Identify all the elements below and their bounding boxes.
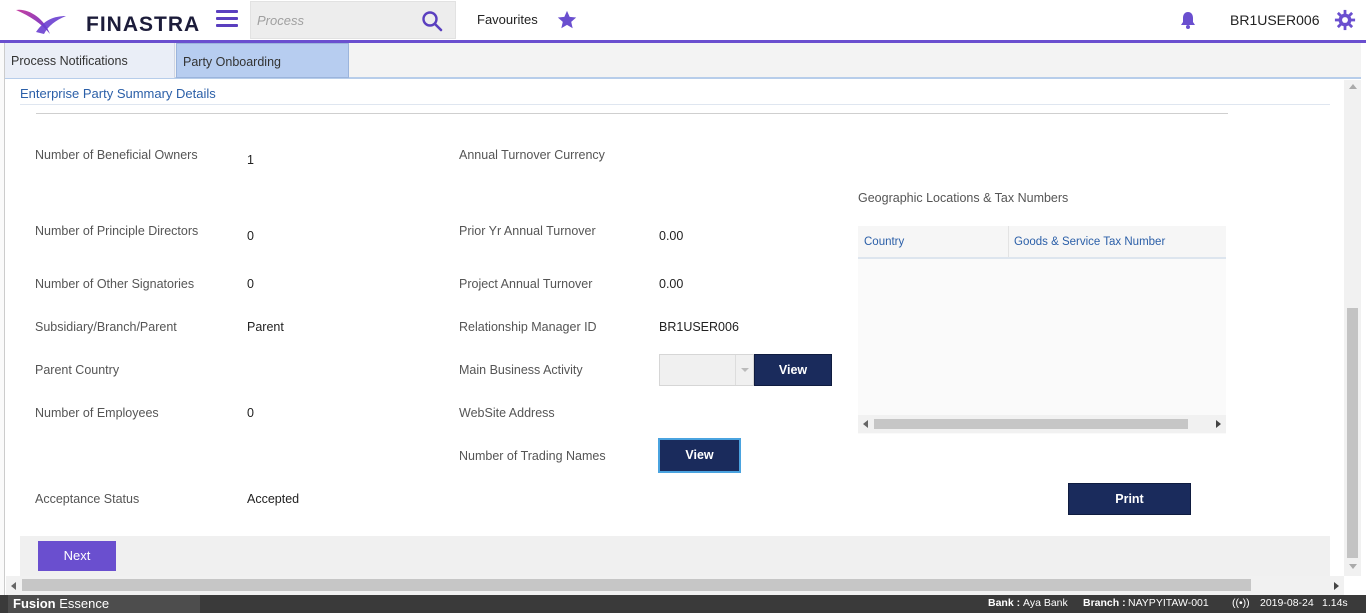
geo-col-country[interactable]: Country	[864, 236, 904, 248]
other-signatories-label: Number of Other Signatories	[35, 277, 195, 291]
vertical-scroll-thumb[interactable]	[1347, 308, 1358, 558]
tab-party-onboarding[interactable]: Party Onboarding	[176, 43, 349, 78]
vertical-scrollbar[interactable]	[1344, 80, 1361, 576]
prior-turnover-value: 0.00	[659, 229, 684, 243]
gear-icon[interactable]	[1334, 9, 1356, 31]
other-signatories-value: 0	[247, 277, 254, 291]
geo-table: Country Goods & Service Tax Number	[858, 226, 1226, 434]
employees-value: 0	[247, 406, 254, 420]
website-label: WebSite Address	[459, 406, 555, 420]
beneficial-owners-value: 1	[247, 153, 254, 167]
star-icon[interactable]	[556, 9, 578, 31]
status-bar: Fusion Essence Bank : Aya Bank Branch : …	[0, 595, 1366, 613]
turnover-currency-label: Annual Turnover Currency	[459, 148, 605, 162]
scroll-left-icon[interactable]	[863, 420, 868, 428]
finastra-logo-icon	[16, 9, 66, 34]
principle-directors-label: Number of Principle Directors	[35, 224, 199, 238]
prior-turnover-label: Prior Yr Annual Turnover	[459, 224, 596, 238]
trading-names-label: Number of Trading Names	[459, 449, 606, 463]
main-business-view-button[interactable]: View	[754, 354, 832, 386]
chevron-down-icon	[735, 355, 753, 385]
next-button[interactable]: Next	[38, 541, 116, 571]
subsidiary-value: Parent	[247, 320, 284, 334]
user-name[interactable]: BR1USER006	[1230, 12, 1320, 28]
main-business-select[interactable]	[659, 354, 754, 386]
geo-col-gst[interactable]: Goods & Service Tax Number	[1014, 236, 1165, 248]
brand-box: Fusion Essence	[8, 595, 200, 613]
action-bar: Next	[20, 536, 1330, 576]
bank-value: Aya Bank	[1023, 597, 1068, 609]
main-business-label: Main Business Activity	[459, 363, 583, 377]
search-icon[interactable]	[421, 10, 443, 32]
favourites-link[interactable]: Favourites	[477, 12, 538, 27]
logo-text: FINASTRA	[86, 13, 201, 36]
parent-country-label: Parent Country	[35, 363, 120, 377]
scroll-down-icon[interactable]	[1349, 564, 1357, 569]
brand-rest: Essence	[55, 596, 110, 611]
top-bar: FINASTRA Favourites BR1USER006	[0, 0, 1366, 40]
relationship-manager-label: Relationship Manager ID	[459, 320, 597, 334]
column-divider	[1008, 226, 1009, 257]
project-turnover-value: 0.00	[659, 277, 684, 291]
tab-bar: Process Notifications Party Onboarding	[5, 43, 1361, 79]
trading-names-view-label: View	[685, 448, 714, 462]
print-button[interactable]: Print	[1068, 483, 1191, 515]
scroll-right-icon[interactable]	[1334, 582, 1339, 590]
main-business-view-label: View	[778, 363, 808, 377]
branch-value: NAYPYITAW-001	[1128, 597, 1209, 609]
trading-names-view-button[interactable]: View	[658, 438, 741, 473]
bell-icon[interactable]	[1178, 10, 1198, 30]
status-date: 2019-08-24	[1260, 597, 1314, 609]
geo-table-scrollbar[interactable]	[858, 415, 1226, 433]
search-input[interactable]	[251, 2, 411, 38]
bank-label: Bank :	[988, 597, 1021, 609]
geo-scroll-thumb[interactable]	[874, 419, 1188, 429]
brand-bold: Fusion	[13, 596, 56, 611]
relationship-manager-value: BR1USER006	[659, 320, 739, 334]
section-underline	[20, 104, 1330, 105]
scroll-left-icon[interactable]	[11, 582, 16, 590]
geo-table-title: Geographic Locations & Tax Numbers	[858, 191, 1069, 205]
geo-table-header: Country Goods & Service Tax Number	[858, 226, 1226, 259]
beneficial-owners-label: Number of Beneficial Owners	[35, 148, 198, 162]
print-label: Print	[1115, 492, 1144, 506]
finastra-logo[interactable]: FINASTRA	[14, 4, 199, 38]
summary-panel: Enterprise Party Summary Details Number …	[6, 80, 1344, 576]
section-title: Enterprise Party Summary Details	[20, 86, 216, 101]
menu-icon[interactable]	[216, 10, 240, 30]
horizontal-scrollbar[interactable]	[6, 576, 1344, 595]
branch-label: Branch :	[1083, 597, 1126, 609]
scroll-up-icon[interactable]	[1349, 84, 1357, 89]
process-search	[250, 1, 456, 39]
acceptance-status-value: Accepted	[247, 492, 300, 506]
status-time: 1.14s	[1322, 597, 1348, 609]
horizontal-scroll-thumb[interactable]	[22, 579, 1251, 591]
scroll-right-icon[interactable]	[1216, 420, 1221, 428]
left-frame	[0, 43, 5, 595]
signal-icon: ((•))	[1232, 597, 1250, 609]
subsidiary-label: Subsidiary/Branch/Parent	[35, 320, 177, 334]
principle-directors-value: 0	[247, 229, 254, 243]
acceptance-status-label: Acceptance Status	[35, 492, 140, 506]
project-turnover-label: Project Annual Turnover	[459, 277, 593, 291]
brand-name: Fusion Essence	[13, 596, 109, 611]
tab-process-notifications[interactable]: Process Notifications	[5, 43, 175, 78]
employees-label: Number of Employees	[35, 406, 159, 420]
divider	[36, 113, 1228, 114]
